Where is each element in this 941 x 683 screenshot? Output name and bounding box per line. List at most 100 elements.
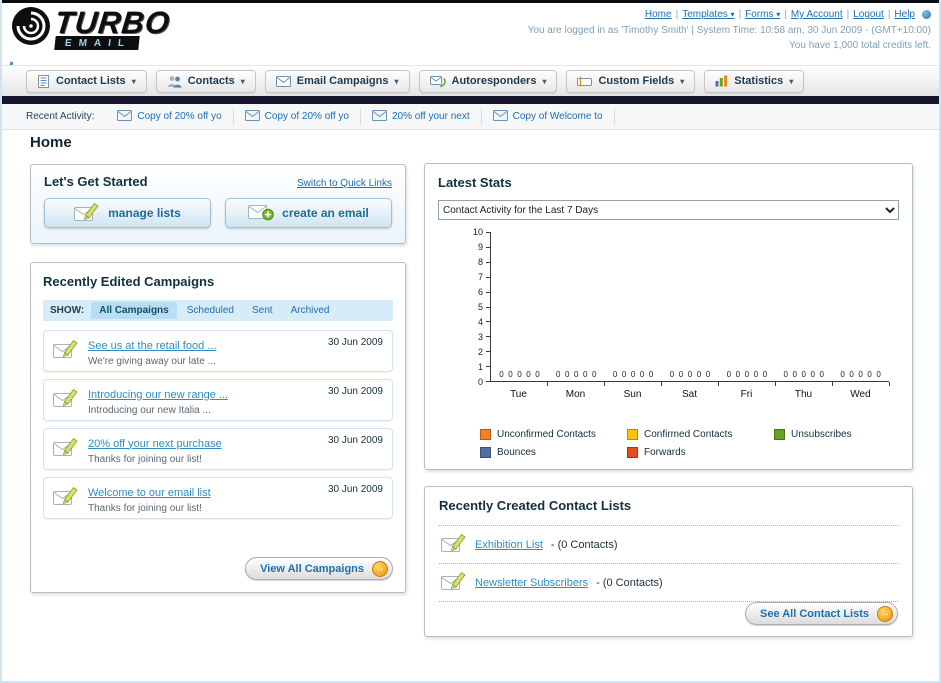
bar-value-label: 0: [508, 370, 513, 379]
campaign-date: 30 Jun 2009: [327, 386, 383, 397]
nav-tab-statistics[interactable]: Statistics ▾: [704, 69, 805, 93]
y-tick-mark: [486, 291, 490, 293]
bar-value-label: 0: [849, 370, 854, 379]
chart-bar-group: 00000: [662, 232, 719, 386]
edit-list-icon: [441, 533, 467, 556]
recent-activity-link[interactable]: Copy of 20% off yo: [265, 111, 349, 122]
legend-item: Unsubscribes: [774, 429, 921, 440]
recent-activity-link[interactable]: Copy of Welcome to: [513, 111, 603, 122]
switch-quick-links-link[interactable]: Switch to Quick Links: [297, 178, 392, 189]
contact-list-link[interactable]: Exhibition List: [475, 539, 543, 551]
view-all-campaigns-label: View All Campaigns: [260, 562, 364, 575]
logo-swirl-icon: [10, 5, 52, 52]
campaign-title-link[interactable]: Welcome to our email list: [88, 487, 211, 499]
top-link-forms[interactable]: Forms ▾: [745, 9, 780, 20]
custom-fields-icon: [577, 76, 593, 87]
create-email-button[interactable]: create an email: [225, 198, 392, 228]
campaign-edit-icon: [53, 339, 79, 364]
y-tick-mark: [486, 351, 490, 353]
campaign-subtitle: Introducing our new Italia ...: [88, 404, 211, 416]
nav-tab-email-campaigns[interactable]: Email Campaigns ▾: [264, 69, 410, 93]
campaign-row[interactable]: Introducing our new range ... Introducing…: [43, 379, 393, 421]
campaign-row[interactable]: Welcome to our email list Thanks for join…: [43, 477, 393, 519]
link-separator: |: [887, 9, 891, 20]
envelope-plus-icon: [248, 203, 274, 224]
campaign-row[interactable]: See us at the retail food ... We're givin…: [43, 330, 393, 372]
chart-bar-group: 00000: [605, 232, 662, 386]
stats-activity-select[interactable]: Contact Activity for the Last 7 Days: [438, 200, 899, 220]
chart-bar-group: 00000: [548, 232, 606, 386]
x-axis-label: Fri: [740, 389, 753, 400]
filter-all-campaigns[interactable]: All Campaigns: [91, 302, 177, 319]
help-icon[interactable]: [922, 9, 931, 19]
recent-activity-item[interactable]: Copy of 20% off yo: [106, 108, 234, 125]
bar-value-label: 0: [783, 370, 788, 379]
x-axis-label: Tue: [510, 389, 527, 400]
y-tick-label: 4: [477, 317, 483, 327]
nav-tab-label: Custom Fields: [598, 75, 675, 87]
manage-lists-button[interactable]: manage lists: [44, 198, 211, 228]
nav-tab-autoresponders[interactable]: Autoresponders ▾: [418, 69, 558, 93]
bar-value-label: 0: [526, 370, 531, 379]
chart-x-axis-labels: Tue Mon Sun Sat Fri Thu Wed: [490, 389, 889, 400]
see-all-contact-lists-button[interactable]: See All Contact Lists →: [744, 602, 898, 625]
contact-list-row[interactable]: Newsletter Subscribers - (0 Contacts): [439, 563, 898, 601]
bar-value-label: 0: [792, 370, 797, 379]
contact-list-detail: - (0 Contacts): [550, 538, 618, 551]
campaign-subtitle: Thanks for joining our list!: [88, 502, 202, 514]
link-separator: |: [846, 9, 850, 20]
chart-bar-group: 00000: [718, 232, 776, 386]
x-axis-label: Sat: [681, 389, 697, 400]
y-tick-label: 1: [477, 362, 483, 372]
legend-swatch: [480, 429, 491, 440]
recent-activity-bar: Recent Activity: Copy of 20% off yo Copy …: [2, 104, 939, 130]
bar-value-label: 0: [621, 370, 627, 379]
bar-value-label: 0: [876, 370, 881, 379]
nav-tab-custom-fields[interactable]: Custom Fields ▾: [566, 69, 696, 93]
legend-item: Bounces: [480, 447, 627, 458]
app-window: TURBO EMAIL Home | Templates ▾ | Forms ▾ | My …: [0, 0, 941, 683]
legend-swatch: [627, 429, 638, 440]
campaign-subtitle: Thanks for joining our list!: [88, 453, 202, 465]
campaign-row[interactable]: 20% off your next purchase Thanks for joi…: [43, 428, 393, 470]
top-link-home[interactable]: Home: [645, 9, 672, 20]
contact-list-row[interactable]: Exhibition List - (0 Contacts): [439, 525, 898, 563]
y-tick-label: 3: [477, 332, 483, 342]
view-all-campaigns-button[interactable]: View All Campaigns →: [245, 557, 393, 580]
page-title: Home: [30, 134, 72, 151]
top-link-templates[interactable]: Templates ▾: [682, 9, 734, 20]
filter-sent[interactable]: Sent: [244, 302, 281, 319]
legend-swatch: [774, 429, 785, 440]
nav-tab-contacts[interactable]: Contacts ▾: [155, 69, 256, 93]
filter-scheduled[interactable]: Scheduled: [179, 302, 242, 319]
contacts-icon: [167, 75, 182, 88]
recent-activity-link[interactable]: Copy of 20% off yo: [137, 111, 221, 122]
contact-list-link[interactable]: Newsletter Subscribers: [475, 577, 588, 589]
campaigns-title: Recently Edited Campaigns: [43, 274, 215, 289]
recent-activity-link[interactable]: 20% off your next: [392, 111, 470, 122]
nav-tab-contact-lists[interactable]: Contact Lists ▾: [26, 69, 147, 93]
y-tick-mark: [486, 336, 490, 338]
filter-archived[interactable]: Archived: [283, 302, 338, 319]
recent-activity-item[interactable]: Copy of 20% off yo: [234, 108, 361, 125]
chart-legend: Unconfirmed Contacts Confirmed Contacts Un…: [480, 429, 932, 458]
chart-bar-groups: 00000000000000000000000000000000000: [491, 232, 890, 386]
campaign-title-link[interactable]: Introducing our new range ...: [88, 389, 228, 401]
chevron-down-icon: ▾: [789, 76, 794, 86]
campaign-title-link[interactable]: 20% off your next purchase: [88, 438, 222, 450]
campaign-date: 30 Jun 2009: [327, 337, 383, 348]
envelope-icon: [371, 109, 387, 124]
top-link-help[interactable]: Help: [894, 9, 915, 20]
recent-activity-item[interactable]: Copy of Welcome to: [482, 108, 615, 125]
recent-activity-items: Copy of 20% off yo Copy of 20% off yo 20% …: [106, 104, 615, 129]
top-link-my-account[interactable]: My Account: [791, 9, 843, 20]
campaign-list: See us at the retail food ... We're givin…: [43, 330, 393, 519]
top-link-logout[interactable]: Logout: [853, 9, 884, 20]
recent-activity-item[interactable]: 20% off your next: [361, 108, 482, 125]
campaign-title-link[interactable]: See us at the retail food ...: [88, 340, 216, 352]
campaign-edit-icon: [53, 437, 79, 462]
app-logo[interactable]: TURBO EMAIL: [10, 5, 172, 52]
y-tick-mark: [486, 366, 490, 368]
email-campaigns-icon: [275, 75, 291, 87]
credits-info: You have 1,000 total credits left.: [789, 40, 931, 51]
